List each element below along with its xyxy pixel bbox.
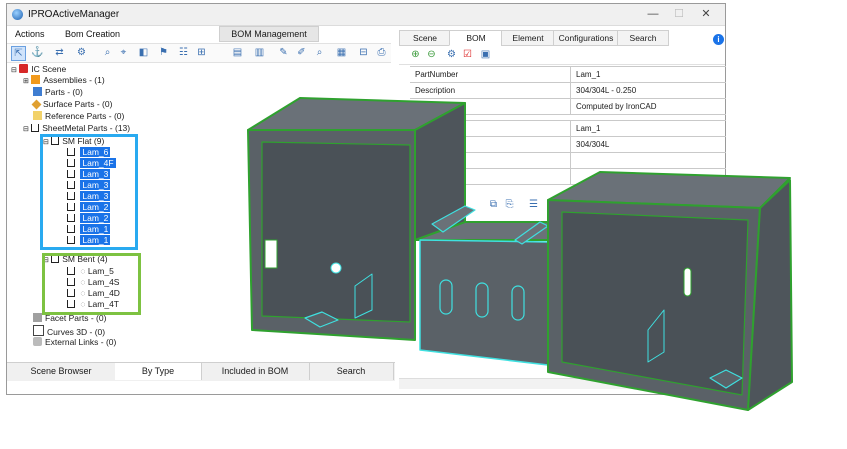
bom-property-grid: PartNumber Lam_1 Description 304/304L - 0.…	[410, 66, 726, 115]
find-icon[interactable]: ⌖	[117, 46, 130, 59]
bom-panel: Scene BOM Element Configurations Search …	[399, 26, 727, 396]
bom-detail-grid: Lam_1 304/304L	[410, 120, 726, 185]
list-icon[interactable]: ☰	[527, 198, 540, 211]
paste-icon[interactable]: ⎘	[503, 198, 516, 211]
tree-item-external-links[interactable]: External Links - (0)	[33, 337, 116, 348]
tree-item-sheetmetal-parts[interactable]: ⊟ SheetMetal Parts - (13)	[23, 123, 130, 134]
tree-item-assemblies[interactable]: ⊞ Assemblies - (1)	[23, 75, 105, 86]
export-icon[interactable]: ⊟	[357, 46, 370, 59]
info-icon[interactable]: i	[713, 34, 724, 45]
horizontal-scrollbar[interactable]	[399, 378, 725, 389]
filter-icon[interactable]: ⚑	[157, 46, 170, 59]
select-tool-icon[interactable]: ⇱	[11, 46, 26, 61]
tree-icon[interactable]: ☷	[177, 46, 190, 59]
table-row[interactable]	[410, 153, 726, 169]
tab-bom[interactable]: BOM	[449, 30, 503, 46]
maximize-button[interactable]: ☐	[668, 7, 690, 22]
add-icon[interactable]: ⊕	[409, 48, 422, 61]
settings-icon[interactable]: ⚙	[75, 46, 88, 59]
remove-icon[interactable]: ⊖	[425, 48, 438, 61]
search-icon[interactable]: ⌕	[313, 46, 326, 59]
scene-icon	[19, 64, 29, 73]
table-row[interactable]: Lam_1	[410, 121, 726, 137]
app-window: IPROActiveManager — ☐ ✕ Actions Bom Crea…	[6, 3, 726, 395]
right-tab-bar: Scene BOM Element Configurations Search …	[399, 30, 725, 46]
sm-bent-highlight-box	[42, 253, 141, 315]
tab-search[interactable]: Search	[309, 363, 394, 380]
title-bar: IPROActiveManager — ☐ ✕	[7, 4, 725, 26]
grid-icon[interactable]: ▦	[335, 46, 348, 59]
tab-element[interactable]: Element	[501, 30, 555, 46]
app-logo-icon	[12, 9, 23, 20]
menu-bar: Actions Bom Creation	[7, 26, 387, 43]
assembly-icon	[31, 75, 41, 84]
curve-icon	[33, 325, 44, 336]
tree-item-curves[interactable]: Curves 3D - (0)	[33, 325, 105, 337]
zoom-icon[interactable]: ⌕	[101, 46, 114, 59]
edit-icon[interactable]: ✎	[277, 46, 290, 59]
table-row[interactable]: Description 304/304L - 0.250	[410, 83, 726, 99]
facet-part-icon	[33, 313, 42, 322]
tree-item-reference-parts[interactable]: Reference Parts - (0)	[33, 111, 124, 122]
sm-flat-highlight-box	[40, 134, 138, 250]
menu-bom-creation[interactable]: Bom Creation	[65, 29, 120, 39]
bottom-tab-bar: Scene Browser By Type Included in BOM Se…	[7, 362, 395, 381]
part-icon	[33, 87, 42, 96]
anchor-icon[interactable]: ⚓	[31, 46, 44, 59]
external-link-icon	[33, 337, 42, 346]
minimize-button[interactable]: —	[642, 7, 664, 22]
reference-part-icon	[33, 111, 42, 120]
menu-actions[interactable]: Actions	[15, 29, 45, 39]
paint-icon[interactable]: ✐	[295, 46, 308, 59]
link-icon[interactable]: ⇄	[53, 46, 66, 59]
tree-item-surface-parts[interactable]: Surface Parts - (0)	[31, 99, 112, 110]
settings-icon[interactable]: ⚙	[445, 48, 458, 61]
grid-icon[interactable]: ▦	[549, 198, 562, 211]
tab-scene[interactable]: Scene	[399, 30, 451, 46]
tab-right-search[interactable]: Search	[617, 30, 669, 46]
bom-toolbar: ⊕ ⊖ ⚙ ☑ ▣	[399, 46, 725, 65]
window-title: IPROActiveManager	[28, 9, 120, 20]
sheetmetal-icon	[31, 124, 40, 132]
tab-configurations[interactable]: Configurations	[553, 30, 619, 46]
table-row[interactable]: 304/304L	[410, 137, 726, 153]
hierarchy-icon[interactable]: ⊞	[195, 46, 208, 59]
close-button[interactable]: ✕	[695, 7, 717, 22]
tab-included-in-bom[interactable]: Included in BOM	[201, 363, 310, 380]
tab-scene-browser[interactable]: Scene Browser	[7, 363, 116, 380]
tab-bom-management[interactable]: BOM Management	[219, 26, 319, 42]
table-icon[interactable]: ▤	[231, 46, 244, 59]
tree-item-parts[interactable]: Parts - (0)	[33, 87, 83, 98]
left-toolbar: ⇱ ⚓ ⇄ ⚙ ⌕ ⌖ ◧ ⚑ ☷ ⊞ ▤ ▥ ✎ ✐ ⌕ ▦ ⊟ ⎙	[7, 43, 391, 63]
copy-icon[interactable]: ⧉	[487, 198, 500, 211]
tab-by-type[interactable]: By Type	[115, 363, 202, 380]
right-box-side	[747, 179, 793, 411]
cube-icon[interactable]: ◧	[137, 46, 150, 59]
table-row[interactable]: Quantity Computed by IronCAD	[410, 99, 726, 115]
save-icon[interactable]: ▣	[479, 48, 492, 61]
surface-part-icon	[31, 99, 42, 110]
table-row[interactable]	[410, 169, 726, 185]
columns-icon[interactable]: ▥	[253, 46, 266, 59]
check-icon[interactable]: ☑	[461, 48, 474, 61]
table-row[interactable]: PartNumber Lam_1	[410, 67, 726, 83]
bom-secondary-toolbar: ⧉ ⎘ ☰ ▦	[487, 196, 727, 210]
print-icon[interactable]: ⎙	[375, 46, 388, 59]
tree-root[interactable]: ⊟ IC Scene	[11, 64, 66, 75]
